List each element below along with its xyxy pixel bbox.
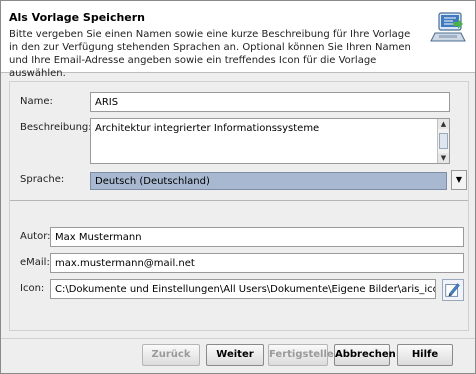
- name-input[interactable]: ARIS: [90, 92, 450, 112]
- scroll-thumb[interactable]: [439, 133, 448, 149]
- description-textarea[interactable]: Architektur integrierter Informationssys…: [90, 118, 450, 164]
- email-label: eMail:: [20, 257, 50, 268]
- computer-monitor-icon: [430, 12, 466, 42]
- help-button[interactable]: Hilfe: [397, 344, 453, 366]
- scroll-down-icon[interactable]: ▼: [438, 153, 449, 163]
- dialog-header: Als Vorlage Speichern Bitte vergeben Sie…: [1, 1, 475, 79]
- section-divider: [10, 200, 468, 201]
- save-as-template-dialog: Als Vorlage Speichern Bitte vergeben Sie…: [0, 0, 476, 374]
- icon-path-input[interactable]: C:\Dokumente und Einstellungen\All Users…: [50, 279, 436, 299]
- dialog-title: Als Vorlage Speichern: [9, 11, 146, 24]
- back-button[interactable]: Zurück: [142, 344, 200, 366]
- scroll-up-icon[interactable]: ▲: [438, 119, 449, 129]
- author-label: Autor:: [20, 231, 51, 242]
- description-text: Architektur integrierter Informationssys…: [95, 123, 320, 134]
- dialog-description: Bitte vergeben Sie einen Namen sowie ein…: [9, 29, 411, 79]
- icon-label: Icon:: [20, 283, 45, 294]
- description-label: Beschreibung:: [20, 122, 92, 133]
- edit-pencil-icon: [445, 283, 460, 297]
- email-input[interactable]: max.mustermann@mail.net: [50, 253, 464, 273]
- author-input[interactable]: Max Mustermann: [50, 227, 464, 247]
- cancel-button[interactable]: Abbrechen: [334, 344, 396, 366]
- next-button[interactable]: Weiter: [206, 344, 264, 366]
- browse-icon-button[interactable]: [442, 279, 464, 301]
- language-select[interactable]: Deutsch (Deutschland): [90, 172, 447, 190]
- description-scrollbar[interactable]: ▲ ▼: [437, 119, 449, 163]
- form-panel: Name: ARIS Beschreibung: Architektur int…: [9, 81, 469, 331]
- language-label: Sprache:: [20, 174, 65, 185]
- footer-divider: [1, 338, 475, 339]
- finish-button[interactable]: Fertigstellen: [268, 344, 341, 366]
- chevron-down-icon[interactable]: ▼: [451, 170, 467, 190]
- name-label: Name:: [20, 96, 53, 107]
